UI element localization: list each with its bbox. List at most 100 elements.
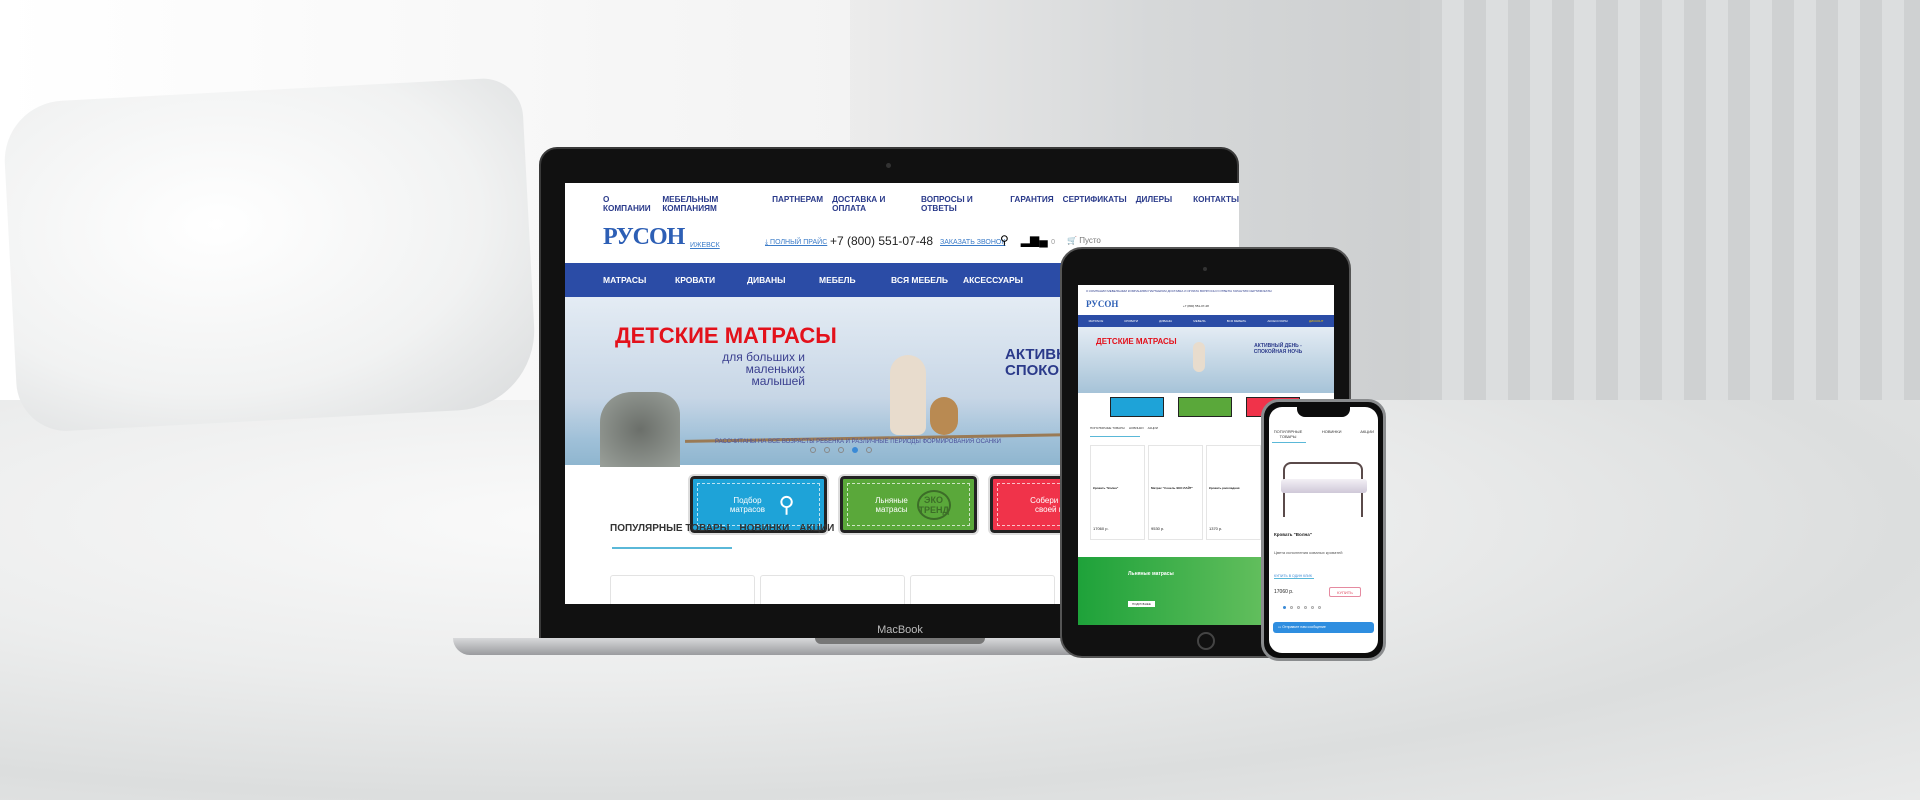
magnifier-icon: ⚲ [778,491,795,517]
top-nav-item[interactable]: ПАРТНЕРАМ [772,195,823,213]
product-card[interactable]: Кровать раскладная 1370 р. [1206,445,1261,540]
product-card[interactable]: Матрас "Сонель ЭКО ЛАЙТ" 9530 р. [1148,445,1203,540]
baby-image [1193,342,1205,372]
city-link[interactable]: ИЖЕВСК [690,242,720,249]
banner-title: ДЕТСКИЕ МАТРАСЫ [615,323,837,348]
product-card[interactable] [910,575,1055,604]
nav-item[interactable]: ВСЯ МЕБЕЛЬ [1227,319,1246,323]
price-list-link[interactable]: ⤓ ПОЛНЫЙ ПРАЙС [765,239,827,247]
top-nav: О КОМПАНИИ МЕБЕЛЬНЫМ КОМПАНИЯМ ПАРТНЕРАМ… [603,195,1239,213]
tablet-top-nav: О КОМПАНИИ МЕБЕЛЬНЫМ КОМПАНИЯМ ПАРТНЕРАМ… [1086,289,1272,293]
nav-item[interactable]: МАТРАСЫ [1089,319,1104,323]
product-card[interactable]: Кровать "Волна" 17060 р. [1090,445,1145,540]
slider-dots [810,447,872,453]
carousel-dot-active[interactable] [1283,606,1286,609]
chat-widget[interactable]: ▭ Отправьте нам сообщение [1273,622,1374,633]
banner-footer: РАССЧИТАНЫ НА ВСЕ ВОЗРАСТЫ РЕБЕНКА И РАЗ… [715,439,1001,445]
nav-divany[interactable]: ДИВАНЫ [747,275,819,285]
slider-dot[interactable] [838,447,844,453]
top-nav-item[interactable]: ДОСТАВКА И ОПЛАТА [832,195,912,213]
tile-linen-mattresses[interactable] [1178,397,1232,417]
phone-screen: ПОПУЛЯРНЫЕ ТОВАРЫ НОВИНКИ АКЦИИ Кровать "В… [1269,407,1378,653]
top-nav-item[interactable]: ДИЛЕРЫ [1136,195,1172,213]
search-icon[interactable]: ⚲ [1000,233,1009,247]
cart-button[interactable]: 🛒 Пусто [1067,236,1101,245]
tablet-main-nav: МАТРАСЫ КРОВАТИ ДИВАНЫ МЕБЕЛЬ ВСЯ МЕБЕЛЬ АКСЕ… [1078,315,1334,327]
top-nav-item[interactable]: ГАРАНТИЯ [1010,195,1053,213]
nav-item[interactable]: КРОВАТИ [1124,319,1138,323]
baby-image [890,355,926,435]
promo-button[interactable]: ПОДРОБНЕЕ [1128,601,1155,607]
tab-sales[interactable]: АКЦИИ [1148,426,1158,430]
device-label: MacBook [877,624,923,636]
camera-icon [886,163,891,168]
nav-matrasy[interactable]: МАТРАСЫ [603,275,675,285]
product-card[interactable] [760,575,905,604]
carousel-dot[interactable] [1311,606,1314,609]
tile-label: Льняные матрасы [875,495,908,514]
nav-item[interactable]: ДИВАНЫ [1159,319,1172,323]
tablet-banner[interactable]: ДЕТСКИЕ МАТРАСЫ АКТИВНЫЙ ДЕНЬ - СПОКОЙНА… [1078,327,1334,393]
tab-sales[interactable]: АКЦИИ [1360,429,1374,439]
top-nav-item[interactable]: СЕРТИФИКАТЫ [1063,195,1127,213]
callback-link[interactable]: ЗАКАЗАТЬ ЗВОНОК [940,239,1005,246]
background-curtain [1420,0,1920,450]
product-name[interactable]: Кровать "Волна" [1274,532,1312,537]
carousel-dot[interactable] [1290,606,1293,609]
nav-krovati[interactable]: КРОВАТИ [675,275,747,285]
product-desc: Цвета исполнения кованых кроватей [1274,550,1343,555]
one-click-link[interactable]: КУПИТЬ В ОДИН КЛИК [1274,574,1314,579]
tablet-logo[interactable]: РУСОН [1086,299,1118,309]
nav-aksessuary[interactable]: АКСЕССУАРЫ [963,275,1035,285]
banner-subtitle: для больших и маленьких малышей [722,350,805,388]
tab-sales[interactable]: АКЦИИ [799,523,834,534]
chat-label: Отправьте нам сообщение [1282,625,1326,629]
tablet-phone[interactable]: +7 (800) 551-07-48 [1183,304,1209,308]
slider-dot-active[interactable] [852,447,858,453]
price-list-label: ПОЛНЫЙ ПРАЙС [770,239,828,246]
carousel-dots [1283,606,1321,609]
compare-count: 0 [1051,239,1055,246]
buy-button[interactable]: КУПИТЬ [1329,587,1361,597]
tile-linen-mattresses[interactable]: Льняные матрасы ЭКО ТРЕНД [838,474,979,535]
cart-status: Пусто [1079,235,1101,245]
nav-mebel[interactable]: МЕБЕЛЬ [819,275,891,285]
active-tab-underline [1272,442,1306,443]
product-price: 17060 р. [1274,589,1294,595]
nav-item[interactable]: ДИСКОНТ [1309,319,1323,323]
logo[interactable]: РУСОН [603,224,685,251]
top-nav-item[interactable]: ВОПРОСЫ И ОТВЕТЫ [921,195,1001,213]
slider-dot[interactable] [810,447,816,453]
tile-label: Подбор матрасов [729,495,765,514]
phone-notch [1297,407,1350,417]
tab-new[interactable]: НОВИНКИ [1129,426,1144,430]
carousel-dot[interactable] [1304,606,1307,609]
nav-item[interactable]: МЕБЕЛЬ [1193,319,1205,323]
carousel-dot[interactable] [1297,606,1300,609]
active-tab-underline [612,547,732,549]
slider-dot[interactable] [866,447,872,453]
eco-badge: ЭКО ТРЕНД [916,489,951,520]
teddy-bear-image [930,397,958,435]
tab-new[interactable]: НОВИНКИ [739,523,789,534]
tablet-tabs: ПОПУЛЯРНЫЕ ТОВАРЫ НОВИНКИ АКЦИИ [1090,426,1158,430]
background-pillow [1,76,539,434]
top-nav-item[interactable]: МЕБЕЛЬНЫМ КОМПАНИЯМ [662,195,763,213]
tab-popular[interactable]: ПОПУЛЯРНЫЕ ТОВАРЫ [1090,426,1125,430]
tab-popular[interactable]: ПОПУЛЯРНЫЕ ТОВАРЫ [1273,429,1303,439]
tab-popular[interactable]: ПОПУЛЯРНЫЕ ТОВАРЫ [610,523,729,534]
laptop-notch [815,638,985,644]
nav-item[interactable]: АКСЕССУАРЫ [1267,319,1287,323]
tab-new[interactable]: НОВИНКИ [1322,429,1342,439]
product-card[interactable] [610,575,755,604]
top-nav-item[interactable]: КОНТАКТЫ [1193,195,1239,213]
carousel-dot[interactable] [1318,606,1321,609]
phone-number[interactable]: +7 (800) 551-07-48 [830,234,933,248]
nav-vsya-mebel[interactable]: ВСЯ МЕБЕЛЬ [891,275,963,285]
tile-mattress-selection[interactable] [1110,397,1164,417]
top-nav-item[interactable]: О КОМПАНИИ [603,195,653,213]
phone: ПОПУЛЯРНЫЕ ТОВАРЫ НОВИНКИ АКЦИИ Кровать "В… [1261,399,1386,661]
home-button[interactable] [1197,632,1215,650]
compare-icon[interactable]: ▂▆▄ 0 [1021,233,1055,247]
slider-dot[interactable] [824,447,830,453]
